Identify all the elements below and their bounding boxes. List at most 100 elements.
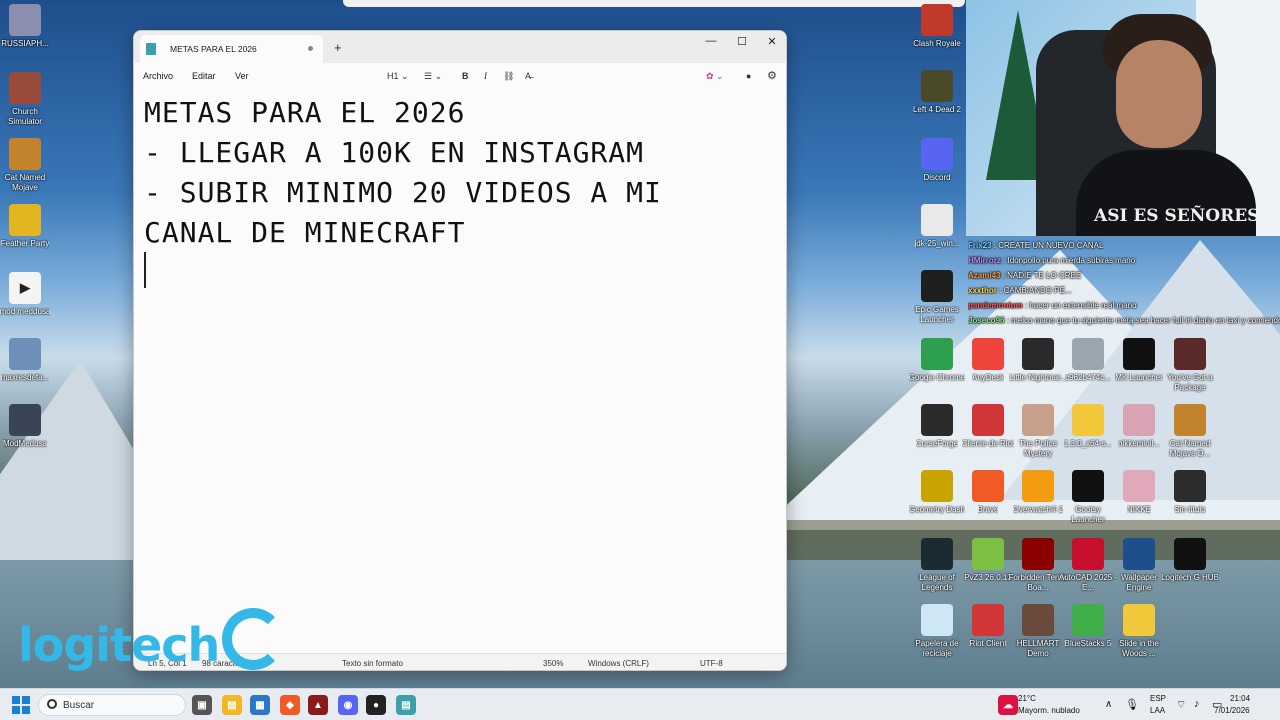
mic-icon[interactable]: 🎙	[1125, 698, 1139, 711]
line-ending[interactable]: Windows (CRLF)	[588, 659, 649, 668]
desktop-icon-label: Geometry Dash	[908, 505, 966, 514]
notepad-icon	[146, 43, 156, 55]
discord-taskbar-icon[interactable]: ◉	[338, 695, 358, 715]
title-bar[interactable]: METAS PARA EL 2026 + — ☐ ✕	[134, 31, 786, 63]
desktop-icon-label: Epic Games Launcher	[915, 305, 959, 324]
app-icon	[1123, 538, 1155, 570]
obs-taskbar-icon[interactable]: ●	[366, 695, 386, 715]
unsaved-dot-icon[interactable]	[308, 46, 313, 51]
settings-gear-icon[interactable]: ⚙	[767, 69, 777, 82]
desktop-icon[interactable]: Epic Games Launcher	[907, 270, 967, 325]
encoding[interactable]: UTF-8	[700, 659, 723, 668]
desktop-icon-label: 1.3.0_x64-s...	[1063, 439, 1113, 448]
app-icon: ▶	[9, 272, 41, 304]
desktop-icon-label: ModMedusa	[2, 439, 48, 448]
account-icon[interactable]: ●	[746, 71, 751, 81]
task-view-icon[interactable]: ▣	[192, 695, 212, 715]
chat-username: pandemonium	[968, 301, 1023, 310]
chat-username: Azami43	[968, 271, 1001, 280]
tray-chevron-icon[interactable]: ∧	[1105, 699, 1112, 710]
game-taskbar-icon[interactable]: ▲	[308, 695, 328, 715]
bold-icon[interactable]: B	[462, 71, 469, 81]
desktop-icon[interactable]: Feather Party	[0, 204, 55, 249]
close-icon[interactable]: ✕	[760, 35, 784, 48]
notepad-taskbar-icon[interactable]: ▤	[396, 695, 416, 715]
brave-taskbar-icon[interactable]: ◆	[280, 695, 300, 715]
clock-date[interactable]: 7/01/2026	[1214, 706, 1250, 715]
heading-dropdown[interactable]: H1 ⌄	[387, 71, 409, 82]
desktop-icon[interactable]: You've Got a Package	[1160, 338, 1220, 393]
app-icon	[921, 470, 953, 502]
new-tab-plus-icon[interactable]: +	[334, 40, 342, 55]
desktop-icon[interactable]: jdk-25_win...	[907, 204, 967, 249]
maximize-icon[interactable]: ☐	[730, 35, 754, 48]
link-icon[interactable]: ⛓	[503, 71, 514, 82]
volume-icon[interactable]: ♪	[1194, 698, 1200, 710]
tab-metas[interactable]: METAS PARA EL 2026	[140, 35, 323, 63]
chat-text: : CREATE UN NUEVO CANAL	[991, 241, 1104, 250]
desktop-icon-label: BlueStacks 5	[1064, 639, 1112, 648]
desktop-icon[interactable]: maxresdefa...	[0, 338, 55, 383]
app-icon	[921, 538, 953, 570]
chat-text: : Idonpollo pura mierda subiras mano	[1000, 256, 1136, 265]
taskbar-search[interactable]: Buscar	[38, 694, 186, 716]
menu-editar[interactable]: Editar	[192, 71, 216, 81]
italic-icon[interactable]: I	[484, 71, 487, 81]
text-format[interactable]: Texto sin formato	[342, 659, 403, 668]
menu-ver[interactable]: Ver	[235, 71, 249, 81]
app-icon	[972, 470, 1004, 502]
desktop-icon-label: mod meddusa	[0, 307, 51, 316]
weather-icon[interactable]: ☁	[998, 695, 1018, 715]
menu-archivo[interactable]: Archivo	[143, 71, 173, 81]
app-icon	[972, 338, 1004, 370]
desktop-icon-label: NIKKE	[1126, 505, 1151, 514]
minimize-icon[interactable]: —	[699, 35, 723, 47]
app-icon	[1174, 338, 1206, 370]
desktop-icon-label: CurseForge	[915, 439, 959, 448]
desktop-icon[interactable]: Logitech G HUB	[1160, 538, 1220, 583]
editor-line: METAS PARA EL 2026	[144, 96, 466, 129]
file-explorer-icon[interactable]: ▤	[222, 695, 242, 715]
app-icon	[921, 270, 953, 302]
desktop-icon[interactable]: Sin título	[1160, 470, 1220, 515]
desktop-icon-label: Brave	[977, 505, 999, 514]
chat-text: : hacer un extensible real mano	[1022, 301, 1137, 310]
clock-time[interactable]: 21:04	[1230, 694, 1250, 703]
copilot-icon[interactable]: ✿ ⌄	[706, 71, 724, 82]
app-icon	[1174, 470, 1206, 502]
desktop-icon[interactable]: Discord	[907, 138, 967, 183]
editor-line: CANAL DE MINECRAFT	[144, 216, 466, 249]
zoom-level[interactable]: 350%	[543, 659, 563, 668]
desktop-icon[interactable]: Cat Named Mojave	[0, 138, 55, 193]
desktop-icon[interactable]: Clash Royale	[907, 4, 967, 49]
chat-message: xxxthor : CAMBIANDO PE...	[968, 283, 1280, 298]
store-icon[interactable]: ▦	[250, 695, 270, 715]
desktop-icon[interactable]: ▶ mod meddusa	[0, 272, 55, 317]
desktop-icon-label: Slide in the Woods ...	[1119, 639, 1159, 658]
clear-format-icon[interactable]: A̶	[525, 71, 531, 81]
chat-message: Frix23 : CREATE UN NUEVO CANAL	[968, 238, 1280, 253]
desktop-icon-label: MK Launcher	[1115, 373, 1163, 382]
wifi-icon[interactable]: ⌔	[1176, 698, 1186, 712]
desktop-icon[interactable]: Cat Named Mojave D...	[1160, 404, 1220, 459]
streamer-face	[1116, 40, 1202, 148]
desktop-icon[interactable]: RUSSIAPH...	[0, 4, 55, 49]
desktop-icon-label: Cat Named Mojave D...	[1169, 439, 1211, 458]
desktop-icon[interactable]: ModMedusa	[0, 404, 55, 449]
chat-username: HMirrorz	[968, 256, 1001, 265]
desktop-icon-label: Overwatch® 2	[1012, 505, 1064, 514]
text-editor[interactable]: METAS PARA EL 2026 - LLEGAR A 100K EN IN…	[144, 93, 778, 253]
desktop-icon[interactable]: Left 4 Dead 2	[907, 70, 967, 115]
lang-bottom[interactable]: LAA	[1150, 706, 1165, 715]
app-icon	[1022, 604, 1054, 636]
app-icon	[9, 204, 41, 236]
desktop-icon-label: c962b474c...	[1065, 373, 1111, 382]
windows-start-icon[interactable]	[12, 696, 30, 714]
chat-message: Joseco96 : melco mano que tu siguiente m…	[968, 313, 1280, 328]
desktop-icon[interactable]: Church Simulator	[0, 72, 55, 127]
desktop-icon[interactable]: Slide in the Woods ...	[1109, 604, 1169, 659]
app-icon	[972, 538, 1004, 570]
lang-top[interactable]: ESP	[1150, 694, 1166, 703]
list-dropdown-icon[interactable]: ☰ ⌄	[424, 71, 442, 82]
app-icon	[921, 404, 953, 436]
